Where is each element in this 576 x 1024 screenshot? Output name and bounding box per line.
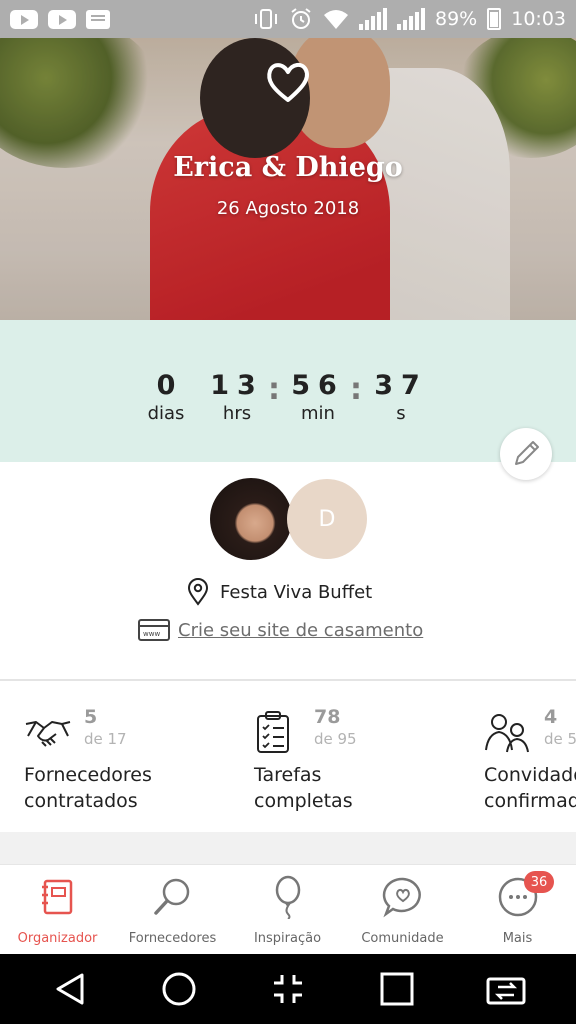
youtube-notification-icon — [10, 9, 38, 29]
pencil-icon — [515, 441, 539, 465]
tasks-label: Tarefas completas — [254, 762, 353, 814]
svg-text:www: www — [143, 630, 160, 638]
countdown-wave — [0, 320, 576, 358]
nav-inspiracao-label: Inspiração — [253, 931, 322, 946]
nav-inspiracao[interactable]: Inspiração — [230, 875, 345, 946]
vibrate-icon — [255, 9, 277, 29]
countdown-days-label: dias — [147, 403, 185, 424]
create-site-text: Crie seu site de casamento — [178, 619, 424, 641]
recent-apps-icon[interactable] — [379, 971, 415, 1007]
nav-mais-label: Mais — [502, 931, 533, 946]
guests-label-line2: confirmados — [484, 790, 576, 812]
battery-icon — [487, 8, 502, 30]
bride-avatar[interactable] — [210, 478, 292, 560]
youtube-notification-icon — [48, 9, 76, 29]
edit-button[interactable] — [500, 428, 552, 480]
website-icon: www — [138, 619, 170, 641]
stat-guests[interactable]: 4 de 52 Convidados confirmados — [484, 700, 576, 820]
partner-avatar[interactable]: D — [287, 479, 367, 559]
couple-names: Erica & Dhiego — [173, 152, 403, 183]
countdown-seconds-value: 37 — [374, 370, 428, 401]
signal-icon — [359, 8, 387, 30]
switch-sim-icon[interactable] — [486, 971, 526, 1007]
guests-total: de 52 — [544, 730, 576, 748]
wifi-icon — [324, 10, 348, 29]
countdown-hours-value: 13 — [210, 370, 264, 401]
chat-heart-icon — [382, 877, 421, 918]
tasks-total: de 95 — [314, 730, 357, 748]
nav-fornecedores[interactable]: Fornecedores — [115, 875, 230, 946]
back-icon[interactable] — [52, 971, 88, 1007]
home-icon[interactable] — [161, 971, 197, 1007]
vendors-label: Fornecedores contratados — [24, 762, 152, 814]
countdown-hours: 13 hrs — [210, 370, 264, 424]
guests-label-line1: Convidados — [484, 764, 576, 786]
countdown-days: 0 dias — [146, 370, 186, 424]
magnifier-icon — [153, 878, 189, 915]
countdown-seconds: 37 s — [374, 370, 428, 424]
divider — [0, 679, 576, 681]
tasks-label-line2: completas — [254, 790, 353, 812]
notebook-icon — [41, 879, 72, 915]
countdown-hours-label: hrs — [222, 403, 252, 424]
venue-row[interactable]: Festa Viva Buffet — [186, 578, 372, 606]
message-notification-icon — [86, 9, 110, 29]
vendors-label-line2: contratados — [24, 790, 138, 812]
nav-organizador[interactable]: Organizador — [0, 875, 115, 946]
heart-logo-icon — [267, 63, 309, 102]
guests-label: Convidados confirmados — [484, 762, 576, 814]
location-pin-icon — [187, 578, 209, 606]
nav-comunidade-label: Comunidade — [361, 931, 444, 946]
guests-icon — [485, 714, 529, 753]
status-bar: 89% 10:03 — [0, 0, 576, 38]
battery-percent: 89% — [435, 8, 478, 30]
countdown-minutes: 56 min — [290, 370, 346, 424]
venue-name: Festa Viva Buffet — [220, 581, 373, 603]
tasks-label-line1: Tarefas — [254, 764, 322, 786]
guests-count: 4 — [544, 706, 558, 728]
vendors-count: 5 — [84, 706, 98, 728]
partner-initial: D — [318, 506, 336, 532]
vendors-total: de 17 — [84, 730, 127, 748]
wedding-date: 26 Agosto 2018 — [216, 198, 360, 219]
tasks-count: 78 — [314, 706, 341, 728]
nav-organizador-label: Organizador — [17, 931, 98, 946]
clock: 10:03 — [511, 8, 566, 30]
notification-badge: 36 — [524, 871, 554, 893]
nav-mais[interactable]: 36 Mais — [460, 871, 575, 946]
alarm-icon — [291, 8, 311, 29]
section-separator — [0, 832, 576, 864]
couple-cover-photo[interactable]: Erica & Dhiego 26 Agosto 2018 — [0, 38, 576, 338]
bottom-navigation: Organizador Fornecedores Inspiração Comu… — [0, 864, 576, 954]
nav-comunidade[interactable]: Comunidade — [345, 875, 460, 946]
countdown-separator: : — [350, 372, 362, 407]
handshake-icon — [25, 721, 71, 747]
nav-fornecedores-label: Fornecedores — [128, 931, 217, 946]
countdown-minutes-label: min — [301, 403, 335, 424]
countdown-days-value: 0 — [156, 370, 176, 401]
signal-icon — [397, 8, 425, 30]
vendors-label-line1: Fornecedores — [24, 764, 152, 786]
system-navigation-bar — [0, 954, 576, 1024]
clipboard-checklist-icon — [257, 711, 289, 753]
countdown-minutes-value: 56 — [291, 370, 345, 401]
balloon-icon — [275, 875, 300, 919]
split-screen-icon[interactable] — [270, 971, 306, 1007]
create-wedding-site-link[interactable]: www Crie seu site de casamento — [138, 618, 423, 642]
countdown-seconds-label: s — [396, 403, 406, 424]
countdown-separator: : — [268, 372, 280, 407]
